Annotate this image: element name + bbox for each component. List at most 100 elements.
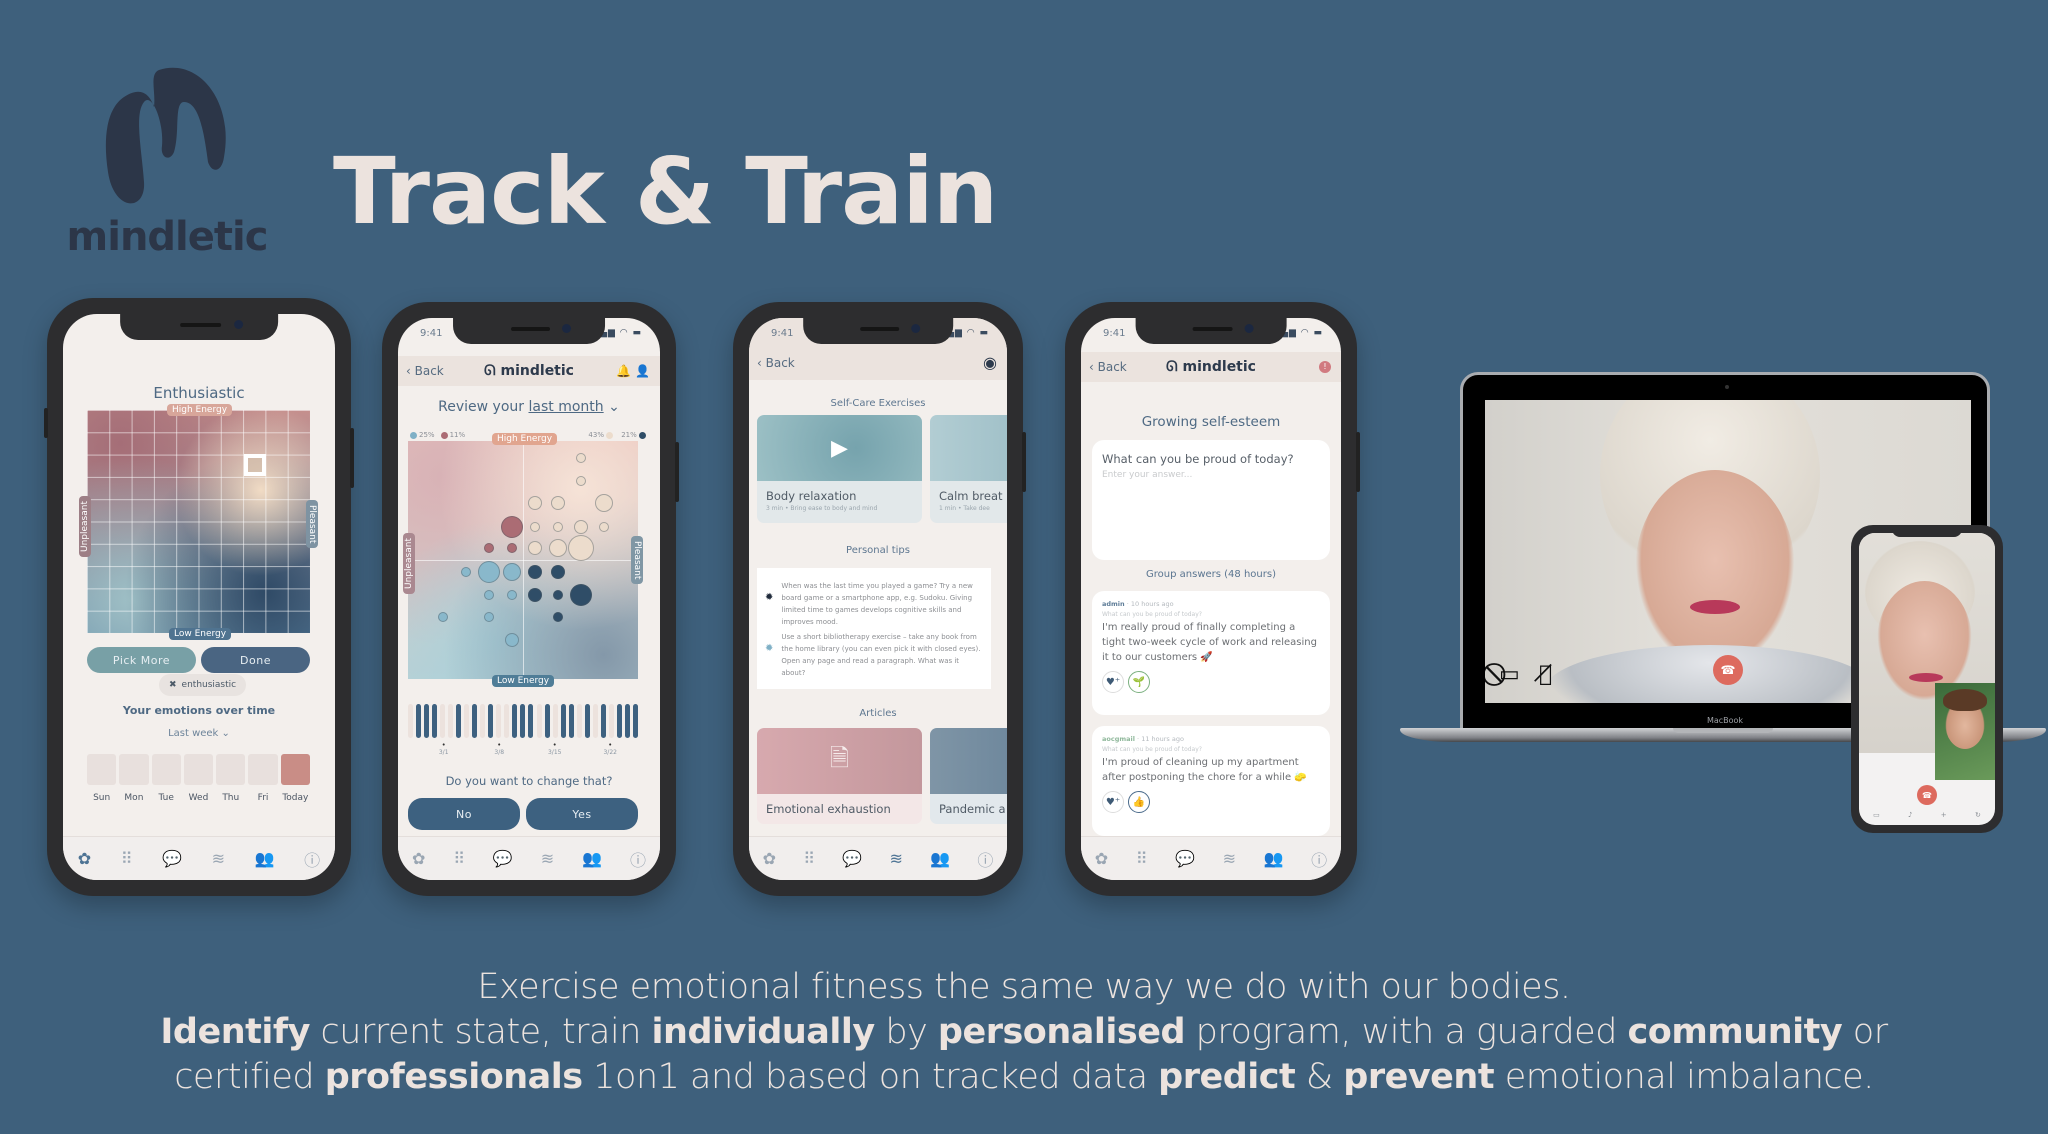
exercise-card[interactable]: ▶ Body relaxation 3 min • Bring ease to … bbox=[757, 415, 922, 523]
daily-bar[interactable] bbox=[424, 704, 430, 738]
answer-input[interactable]: Enter your answer... bbox=[1102, 470, 1320, 480]
selected-cell[interactable] bbox=[244, 454, 266, 476]
daily-bar[interactable] bbox=[632, 704, 638, 738]
emotion-bubble[interactable] bbox=[527, 495, 542, 510]
switch-camera-icon[interactable]: ↻ bbox=[1975, 811, 1981, 819]
exercise-card[interactable]: Calm breat 1 min • Take dee bbox=[930, 415, 1007, 523]
emotion-bubble[interactable] bbox=[575, 452, 586, 463]
reaction-thumbs-up-icon[interactable]: 👍 bbox=[1128, 791, 1150, 813]
profile-icon[interactable]: ◉ bbox=[983, 353, 997, 372]
waves-icon[interactable]: ≋ bbox=[1223, 849, 1236, 868]
info-icon[interactable]: ⓘ bbox=[1311, 847, 1327, 871]
emotion-bubble[interactable] bbox=[483, 589, 494, 600]
period-dropdown[interactable]: Last week ⌄ bbox=[63, 728, 335, 739]
camera-icon[interactable]: ▭ bbox=[1873, 811, 1880, 819]
emotion-bubble[interactable] bbox=[575, 476, 586, 487]
waves-icon[interactable]: ≋ bbox=[541, 849, 554, 868]
emotion-bubble[interactable] bbox=[569, 583, 592, 606]
chat-bubbles-icon[interactable]: 💬 bbox=[1175, 849, 1195, 868]
back-button[interactable]: ‹ Back bbox=[1089, 360, 1127, 374]
article-card[interactable]: 🗎 Emotional exhaustion bbox=[757, 728, 922, 824]
daily-bar[interactable] bbox=[592, 704, 598, 738]
reaction-sprout-icon[interactable]: 🌱 bbox=[1128, 671, 1150, 693]
daily-bar[interactable] bbox=[440, 704, 446, 738]
alert-icon[interactable]: ! bbox=[1319, 361, 1331, 373]
people-icon[interactable]: 👥 bbox=[930, 849, 950, 868]
emotion-bubble[interactable] bbox=[552, 589, 563, 600]
remove-chip-icon[interactable]: ✖ bbox=[169, 680, 177, 690]
emotion-bubble[interactable] bbox=[527, 564, 542, 579]
add-person-icon[interactable]: + bbox=[1941, 811, 1947, 819]
lotus-icon[interactable]: ✿ bbox=[412, 849, 425, 868]
daily-bar[interactable] bbox=[624, 704, 630, 738]
emotion-bubble[interactable] bbox=[598, 521, 609, 532]
emotion-bubble[interactable] bbox=[483, 543, 494, 554]
emotion-bubble[interactable] bbox=[527, 587, 542, 602]
chat-bubbles-icon[interactable]: 💬 bbox=[493, 849, 513, 868]
emotion-bubble[interactable] bbox=[506, 589, 517, 600]
dots-grid-icon[interactable]: ⠿ bbox=[453, 849, 465, 868]
day-column[interactable]: Wed bbox=[183, 754, 214, 803]
dots-grid-icon[interactable]: ⠿ bbox=[121, 849, 133, 868]
answer-user[interactable]: admin bbox=[1102, 600, 1125, 608]
emotion-bubble[interactable] bbox=[502, 562, 521, 581]
lotus-icon[interactable]: ✿ bbox=[763, 849, 776, 868]
dots-grid-icon[interactable]: ⠿ bbox=[1136, 849, 1148, 868]
emotion-bubble[interactable] bbox=[594, 493, 613, 512]
waves-icon[interactable]: ≋ bbox=[212, 849, 225, 868]
daily-bar[interactable] bbox=[496, 704, 502, 738]
daily-bar[interactable] bbox=[432, 704, 438, 738]
yes-button[interactable]: Yes bbox=[526, 798, 638, 830]
play-icon[interactable]: ▶ bbox=[831, 436, 848, 461]
daily-bar[interactable] bbox=[472, 704, 478, 738]
daily-bar[interactable] bbox=[456, 704, 462, 738]
emotion-bubble[interactable] bbox=[477, 560, 500, 583]
article-card[interactable]: Pandemic a bbox=[930, 728, 1007, 824]
day-column[interactable]: Sun bbox=[87, 754, 117, 803]
emotion-bubble[interactable] bbox=[548, 539, 567, 558]
daily-bar[interactable] bbox=[552, 704, 558, 738]
add-reaction-icon[interactable]: ♥⁺ bbox=[1102, 791, 1124, 813]
pick-more-button[interactable]: Pick More bbox=[87, 647, 196, 673]
self-video-thumbnail[interactable] bbox=[1935, 683, 1995, 780]
daily-bar[interactable] bbox=[608, 704, 614, 738]
end-call-button[interactable]: ☎ bbox=[1713, 655, 1743, 685]
camera-off-icon[interactable]: ⃠▭ bbox=[1499, 662, 1520, 687]
daily-bar[interactable] bbox=[416, 704, 422, 738]
emotion-bubble[interactable] bbox=[483, 612, 494, 623]
selected-emotion-chip[interactable]: ✖ enthusiastic bbox=[159, 674, 247, 696]
lotus-icon[interactable]: ✿ bbox=[1095, 849, 1108, 868]
mood-meter-grid[interactable]: High Energy Low Energy Unpleasant Pleasa… bbox=[79, 404, 318, 640]
waves-icon[interactable]: ≋ bbox=[889, 849, 902, 868]
lotus-icon[interactable]: ✿ bbox=[78, 849, 91, 868]
people-icon[interactable]: 👥 bbox=[1264, 849, 1284, 868]
daily-bar[interactable] bbox=[576, 704, 582, 738]
period-selector[interactable]: last month bbox=[529, 399, 604, 415]
mic-off-icon[interactable]: 🎙̸ bbox=[1539, 662, 1552, 687]
chat-bubbles-icon[interactable]: 💬 bbox=[842, 849, 862, 868]
daily-bar[interactable] bbox=[408, 704, 413, 738]
back-button[interactable]: ‹ Back bbox=[757, 356, 795, 370]
emotion-bubble[interactable] bbox=[550, 495, 565, 510]
daily-bar[interactable] bbox=[600, 704, 606, 738]
emotion-bubble[interactable] bbox=[567, 535, 594, 562]
chevron-down-icon[interactable]: ⌄ bbox=[608, 399, 620, 415]
daily-bar[interactable] bbox=[560, 704, 566, 738]
emotion-bubble[interactable] bbox=[504, 632, 519, 647]
daily-bar[interactable] bbox=[584, 704, 590, 738]
emotion-bubble[interactable] bbox=[550, 564, 565, 579]
people-icon[interactable]: 👥 bbox=[582, 849, 602, 868]
info-icon[interactable]: ⓘ bbox=[304, 847, 320, 871]
answer-card[interactable]: What can you be proud of today? Enter yo… bbox=[1092, 440, 1330, 560]
daily-bar[interactable] bbox=[448, 704, 454, 738]
dots-grid-icon[interactable]: ⠿ bbox=[803, 849, 815, 868]
back-button[interactable]: ‹ Back bbox=[406, 364, 444, 378]
add-reaction-icon[interactable]: ♥⁺ bbox=[1102, 671, 1124, 693]
chat-bubbles-icon[interactable]: 💬 bbox=[162, 849, 182, 868]
emotion-bubble[interactable] bbox=[527, 541, 542, 556]
profile-icon[interactable]: 👤 bbox=[635, 364, 650, 378]
daily-bar[interactable] bbox=[616, 704, 622, 738]
daily-bar[interactable] bbox=[488, 704, 494, 738]
emotion-bubble[interactable] bbox=[437, 612, 448, 623]
daily-bar[interactable] bbox=[512, 704, 518, 738]
